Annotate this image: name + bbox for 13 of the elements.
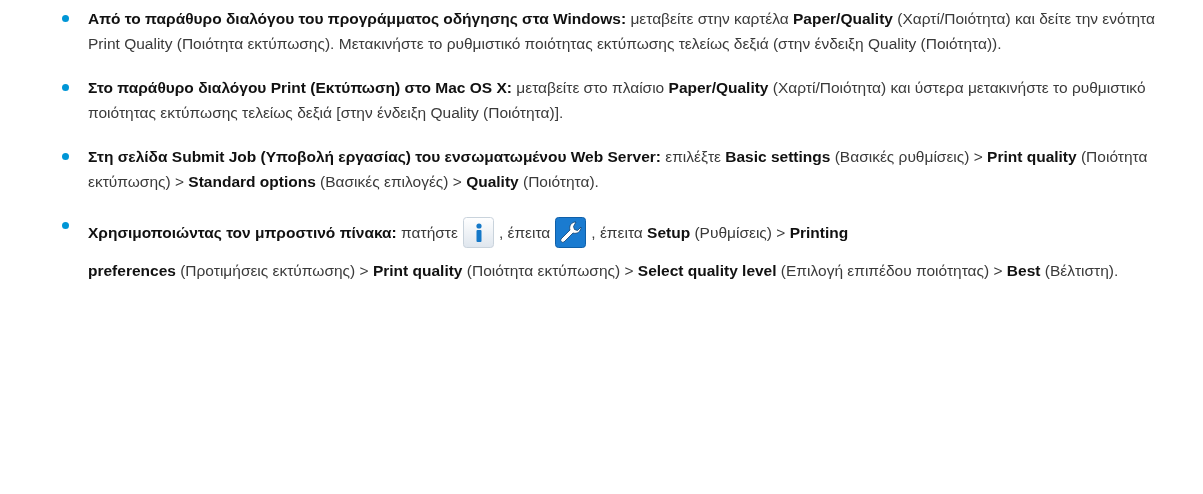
instruction-text: , έπειτα [498,223,551,243]
bullet-icon [62,15,69,22]
instruction-text: Από το παράθυρο διαλόγου του προγράμματος οδήγησης στα Windows: μεταβείτε στην καρτέλα Paper/Quality (Χαρτί/Ποιότητα) και δείτε την ενότητα Print Quality (Ποιότητα εκτύπωσης). Μετακινήστε το ρυθμιστικό ποιότητας εκτύπωσης τελείως δεξιά (στην ένδειξη Quality (Ποιότητα)). [88,9,1156,54]
bullet-icon [62,84,69,91]
instruction-text: Χρησιμοποιώντας τον μπροστινό πίνακα: πατήστε [88,223,458,243]
wrench-icon [555,217,587,248]
bullet-icon [62,222,69,229]
instruction-text: Στη σελίδα Submit Job (Υποβολή εργασίας) του ενσωματωμένου Web Server: επιλέξτε Basic settings (Βασικές ρυθμίσεις) > Print quality (Ποιότητα εκτύπωσης) > Standard options (Βασικές επιλογές) > Quality (Ποιότητα). [88,147,1149,192]
instruction-text: , έπειτα Setup (Ρυθμίσεις) > Printing [591,223,849,243]
info-icon [462,217,494,248]
bullet-icon [62,153,69,160]
instruction-text: Στο παράθυρο διαλόγου Print (Εκτύπωση) στο Mac OS X: μεταβείτε στο πλαίσιο Paper/Quality (Χαρτί/Ποιότητα) και ύστερα μετακινήστε το ρυθμιστικό ποιότητας εκτύπωσης τελείως δεξιά [στην ένδειξη Quality (Ποιότητα)]. [88,78,1147,123]
instruction-text: preferences (Προτιμήσεις εκτύπωσης) > Print quality (Ποιότητα εκτύπωσης) > Select quality level (Επιλογή επιπέδου ποιότητας) > Best (Βέλτιστη). [88,261,1119,281]
